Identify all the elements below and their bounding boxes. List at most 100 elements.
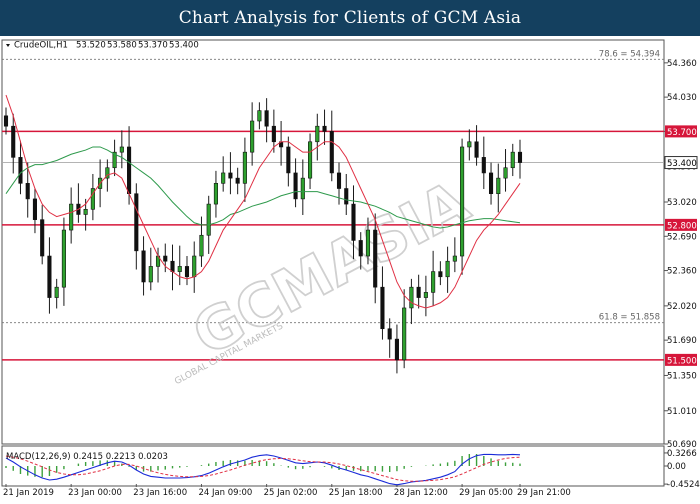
candle-body <box>315 125 320 143</box>
candle-body <box>423 292 428 298</box>
level-label: 52.800 <box>667 221 697 231</box>
candle-body <box>199 234 204 257</box>
candle-body <box>3 115 9 127</box>
candle-body <box>336 172 342 189</box>
candle-body <box>431 271 436 293</box>
candle-body <box>69 203 74 231</box>
candle-body <box>54 286 59 298</box>
candle-body <box>308 141 313 179</box>
candle-body <box>460 146 465 257</box>
y-tick-label: 54.360 <box>667 59 697 69</box>
candle-body <box>250 120 255 153</box>
ohlc-value: 53.370 <box>138 41 168 51</box>
candle-body <box>184 266 190 278</box>
candle-body <box>365 229 371 257</box>
fib-label: 61.8 = 51.858 <box>599 313 660 323</box>
candle-body <box>40 219 45 257</box>
candle-body <box>503 167 508 179</box>
fib-label: 78.6 = 54.394 <box>599 49 660 59</box>
macd-y-tick-label: 0.3266 <box>667 449 697 459</box>
candle-body <box>47 255 52 298</box>
macd-label: MACD(12,26,9) 0.2415 0.2213 0.0203 <box>6 452 168 462</box>
candle-body <box>488 172 494 195</box>
candle-body <box>467 141 472 148</box>
candle-body <box>351 203 356 241</box>
candle-body <box>213 183 218 205</box>
candle-body <box>409 286 414 309</box>
candle-body <box>271 125 276 143</box>
macd-y-tick-label: -0.4524 <box>667 480 700 490</box>
y-tick-label: 51.010 <box>667 407 697 417</box>
x-tick-label: 21 Jan 2019 <box>3 488 54 498</box>
x-tick-label: 28 Jan 12:00 <box>394 488 448 498</box>
chart-header: Chart Analysis for Clients of GCM Asia <box>0 0 700 36</box>
candle-body <box>192 255 197 278</box>
candle-body <box>235 177 240 184</box>
candle-body <box>170 260 175 272</box>
candle-body <box>517 151 523 163</box>
y-tick-label: 54.030 <box>667 93 697 103</box>
candle-body <box>286 146 291 174</box>
candle-body <box>474 141 479 158</box>
candle-body <box>452 255 457 262</box>
candle-body <box>134 193 139 252</box>
candle-body <box>322 125 327 132</box>
x-tick-label: 29 Jan 21:00 <box>517 488 571 498</box>
candle-body <box>141 250 146 283</box>
candle-body <box>496 177 501 195</box>
candle-body <box>445 260 450 278</box>
candle-body <box>206 203 211 236</box>
candle-body <box>510 151 515 169</box>
level-label: 51.500 <box>667 356 697 366</box>
level-label: 53.700 <box>667 128 697 138</box>
candle-body <box>402 307 407 361</box>
candle-body <box>61 229 66 288</box>
candle-body <box>242 151 247 184</box>
candle-body <box>329 131 334 174</box>
candle-body <box>228 172 233 179</box>
x-tick-label: 25 Jan 18:00 <box>329 488 383 498</box>
candle-body <box>257 110 262 122</box>
chart-svg: 54.36054.03053.70053.36053.02052.69052.3… <box>1 39 700 498</box>
candle-body <box>344 188 349 205</box>
symbol-label: CrudeOIL,H1 <box>14 41 68 51</box>
current-price-label: 53.400 <box>667 159 697 169</box>
page-title: Chart Analysis for Clients of GCM Asia <box>178 8 522 28</box>
candle-body <box>163 255 168 262</box>
candle-body <box>148 266 153 283</box>
x-tick-label: 23 Jan 00:00 <box>68 488 122 498</box>
x-tick-label: 23 Jan 16:00 <box>133 488 187 498</box>
collapse-triangle-icon[interactable] <box>6 44 10 47</box>
candle-body <box>18 157 23 184</box>
y-tick-label: 52.020 <box>667 302 697 312</box>
candle-body <box>373 229 378 288</box>
candle-body <box>221 172 226 184</box>
candle-body <box>481 157 486 174</box>
y-tick-label: 53.020 <box>667 198 697 208</box>
y-tick-label: 51.350 <box>667 371 697 381</box>
candle-body <box>293 172 298 200</box>
x-tick-label: 25 Jan 02:00 <box>264 488 318 498</box>
y-tick-label: 52.690 <box>667 232 697 242</box>
candle-body <box>438 271 443 278</box>
x-tick-label: 24 Jan 09:00 <box>198 488 252 498</box>
watermark-logo: GCMASIA <box>182 168 480 369</box>
ohlc-value: 53.520 <box>76 41 106 51</box>
candle-body <box>416 286 421 298</box>
candle-body <box>300 177 305 200</box>
y-tick-label: 52.360 <box>667 267 697 277</box>
candle-body <box>32 198 38 220</box>
candle-body <box>127 146 132 195</box>
chart-area[interactable]: 54.36054.03053.70053.36053.02052.69052.3… <box>0 36 700 500</box>
candle-body <box>394 338 399 361</box>
candle-body <box>264 110 269 127</box>
macd-y-tick-label: 0.00 <box>667 462 686 472</box>
candle-body <box>380 286 385 330</box>
candle-body <box>119 146 124 153</box>
candle-body <box>387 328 392 340</box>
x-tick-label: 29 Jan 05:00 <box>459 488 513 498</box>
candle-body <box>25 183 30 200</box>
candle-body <box>11 125 16 158</box>
ohlc-value: 53.400 <box>169 41 199 51</box>
candle-body <box>358 240 363 257</box>
